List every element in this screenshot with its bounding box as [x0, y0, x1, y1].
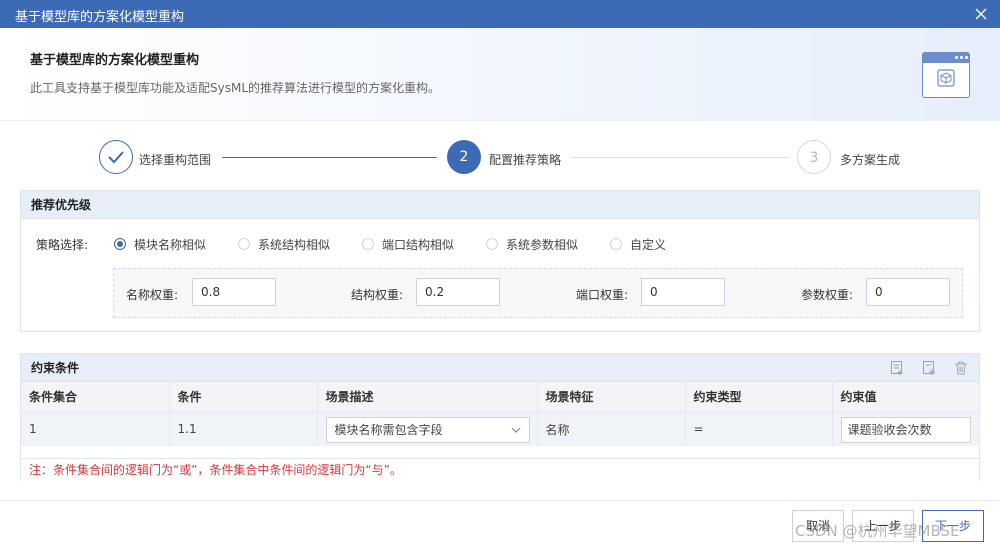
- close-icon[interactable]: [974, 7, 988, 21]
- col-header-condition: 条件: [169, 382, 318, 413]
- wizard-steps: 选择重构范围 2 配置推荐策略 3 多方案生成: [0, 140, 1000, 180]
- name-weight-input[interactable]: 0.8: [192, 278, 276, 306]
- step-2-label: 配置推荐策略: [489, 153, 562, 167]
- priority-panel: 推荐优先级 策略选择: 模块名称相似 系统结构相似 端口结构相似 系统参数相似 …: [20, 190, 980, 332]
- watermark: CSDN @杭州华望MBSE: [795, 522, 960, 540]
- check-icon: [108, 151, 124, 164]
- col-header-value: 约束值: [832, 382, 980, 413]
- step-3-circle: 3: [797, 140, 831, 174]
- col-header-type: 约束类型: [685, 382, 833, 413]
- step-1-label: 选择重构范围: [139, 153, 212, 167]
- priority-panel-title: 推荐优先级: [21, 191, 979, 219]
- structure-weight-input[interactable]: 0.2: [416, 278, 500, 306]
- add-condition-icon[interactable]: [921, 360, 937, 376]
- cell-type: =: [685, 412, 833, 446]
- col-header-scene: 场景描述: [317, 382, 538, 413]
- table-row[interactable]: 1 1.1 模块名称需包含字段 名称 = 课题验收会次数: [21, 412, 980, 446]
- col-header-set: 条件集合: [21, 382, 170, 413]
- add-set-icon[interactable]: [889, 360, 905, 376]
- window-title: 基于模型库的方案化模型重构: [15, 10, 185, 25]
- header-subtitle: 此工具支持基于模型库功能及适配SysML的推荐算法进行模型的方案化重构。: [30, 81, 441, 95]
- constraints-table: 条件集合 条件 场景描述 场景特征 约束类型 约束值 1 1.1 模块名称需包含…: [21, 382, 980, 446]
- port-weight-label: 端口权重:: [576, 288, 629, 302]
- param-weight-label: 参数权重:: [801, 288, 854, 302]
- cell-set: 1: [21, 412, 170, 446]
- constraint-value-input[interactable]: 课题验收会次数: [840, 416, 971, 443]
- col-header-feature: 场景特征: [537, 382, 686, 413]
- param-weight-input[interactable]: 0: [866, 278, 950, 306]
- step-2-circle: 2: [447, 140, 481, 174]
- cell-value: 课题验收会次数: [832, 412, 980, 446]
- strategy-label: 策略选择:: [36, 238, 89, 252]
- structure-weight-label: 结构权重:: [351, 288, 404, 302]
- weights-area: 名称权重: 0.8 结构权重: 0.2 端口权重: 0 参数权重: 0: [113, 268, 963, 318]
- logic-note: 注：条件集合间的逻辑门为“或”，条件集合中条件间的逻辑门为“与”。: [29, 463, 402, 477]
- step-3-label: 多方案生成: [840, 153, 901, 167]
- delete-icon[interactable]: [953, 360, 969, 376]
- window-titlebar: 基于模型库的方案化模型重构: [0, 0, 1000, 28]
- header-title: 基于模型库的方案化模型重构: [30, 53, 200, 68]
- cell-feature: 名称: [537, 412, 686, 446]
- package-box-icon: [922, 52, 970, 98]
- port-weight-input[interactable]: 0: [641, 278, 725, 306]
- chevron-down-icon: [511, 427, 520, 433]
- step-1-circle: [99, 140, 133, 174]
- cell-condition: 1.1: [169, 412, 318, 446]
- name-weight-label: 名称权重:: [126, 288, 179, 302]
- cell-scene: 模块名称需包含字段: [317, 412, 538, 446]
- strategy-radio-group: 策略选择: 模块名称相似 系统结构相似 端口结构相似 系统参数相似 自定义: [36, 238, 667, 252]
- dialog-header: 基于模型库的方案化模型重构 此工具支持基于模型库功能及适配SysML的推荐算法进…: [0, 28, 1000, 121]
- scene-select[interactable]: 模块名称需包含字段: [325, 416, 530, 443]
- constraints-panel-title: 约束条件: [21, 354, 979, 382]
